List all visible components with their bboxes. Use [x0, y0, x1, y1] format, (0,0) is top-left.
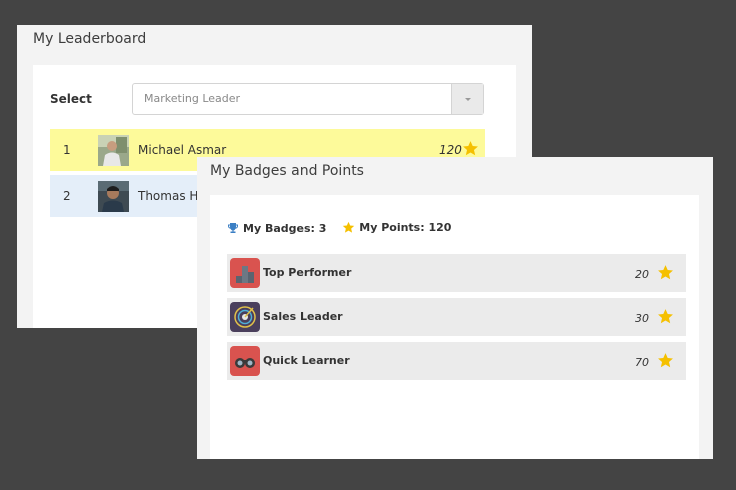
rank: 1: [63, 143, 71, 157]
star-icon: [658, 309, 673, 324]
user-name: Thomas He: [138, 189, 206, 203]
rank: 2: [63, 189, 71, 203]
badge-item[interactable]: Quick Learner 70: [227, 342, 686, 380]
avatar: [98, 135, 129, 166]
select-label: Select: [50, 92, 92, 106]
badge-name: Quick Learner: [263, 354, 350, 367]
badges-panel: My Badges and Points My Badges: 3 My Poi…: [197, 157, 713, 459]
star-icon: [658, 265, 673, 280]
badges-summary: My Badges: 3 My Points: 120: [227, 221, 463, 237]
badges-body: My Badges: 3 My Points: 120 Top Performe…: [210, 195, 699, 459]
badge-points: 20: [635, 268, 649, 281]
chevron-down-icon[interactable]: [451, 84, 483, 114]
badge-item[interactable]: Sales Leader 30: [227, 298, 686, 336]
star-icon: [343, 221, 355, 233]
leaderboard-select[interactable]: Marketing Leader: [132, 83, 484, 115]
my-points-total: My Points: 120: [359, 221, 452, 234]
sales-leader-badge-icon: [230, 302, 260, 332]
select-value: Marketing Leader: [144, 92, 241, 105]
user-points: 120: [439, 143, 462, 157]
star-icon: [658, 353, 673, 368]
avatar: [98, 181, 129, 212]
badge-points: 70: [635, 356, 649, 369]
quick-learner-badge-icon: [230, 346, 260, 376]
badge-item[interactable]: Top Performer 20: [227, 254, 686, 292]
badge-points: 30: [635, 312, 649, 325]
top-performer-badge-icon: [230, 258, 260, 288]
star-icon: [463, 141, 478, 156]
my-badges-count: My Badges: 3: [243, 221, 327, 235]
badges-title: My Badges and Points: [210, 163, 364, 179]
leaderboard-title: My Leaderboard: [33, 31, 147, 47]
user-name: Michael Asmar: [138, 143, 227, 157]
badge-name: Top Performer: [263, 266, 352, 279]
trophy-icon: [228, 223, 238, 233]
badge-name: Sales Leader: [263, 310, 343, 323]
